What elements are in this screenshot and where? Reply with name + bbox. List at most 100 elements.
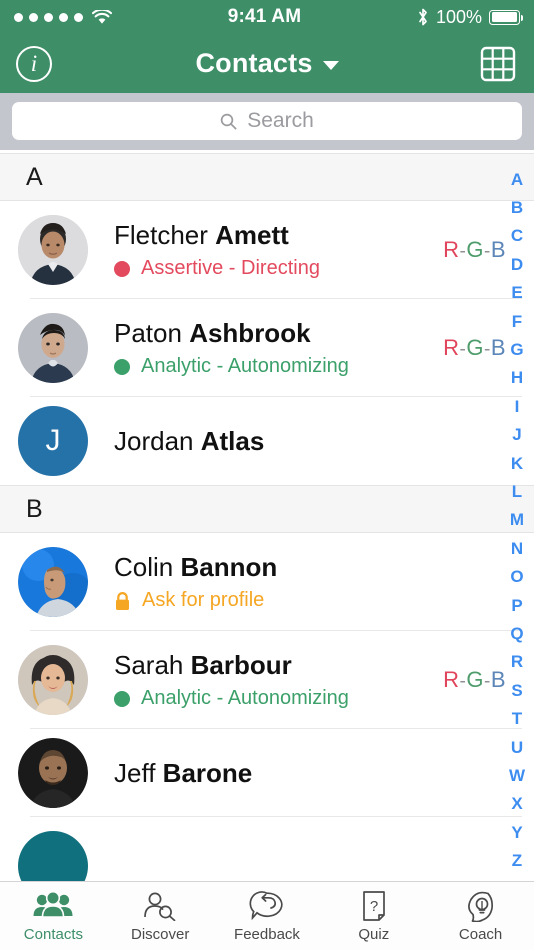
tab-contacts[interactable]: Contacts [0,889,107,943]
chevron-down-icon[interactable] [322,61,339,70]
index-letter-n[interactable]: N [511,540,523,557]
wifi-icon [91,8,113,25]
contact-info: Paton Ashbrook Analytic - Autonomizing [88,318,443,379]
section-header-a: A [0,153,534,201]
alphabet-index[interactable]: A B C D E F G H I J K L M N O P Q R S T … [500,153,534,881]
avatar [18,645,88,715]
index-letter-p[interactable]: P [511,597,522,614]
index-letter-x[interactable]: X [511,795,522,812]
avatar [18,738,88,808]
index-letter-r[interactable]: R [511,653,523,670]
index-letter-c[interactable]: C [511,227,523,244]
index-letter-w[interactable]: W [509,767,525,784]
tab-quiz[interactable]: ? Quiz [320,889,427,943]
status-label: Assertive - Directing [141,257,320,280]
tab-coach[interactable]: Coach [427,889,534,943]
bluetooth-icon [417,8,429,26]
contact-status: Analytic - Autonomizing [114,355,443,378]
index-letter-j[interactable]: J [512,426,521,443]
contact-info: Sarah Barbour Analytic - Autonomizing [88,650,443,711]
contact-last-name: Barbour [190,649,292,680]
page-title[interactable]: Contacts [195,48,312,79]
tab-bar: Contacts Discover Feedback ? Quiz Coach [0,881,534,950]
info-button[interactable]: i [16,45,52,82]
index-letter-g[interactable]: G [510,341,523,358]
contact-status: Ask for profile [114,589,534,612]
index-letter-d[interactable]: D [511,256,523,273]
contact-first-name: Jeff [114,757,156,788]
contact-row-partial[interactable] [0,817,534,881]
index-letter-i[interactable]: I [515,398,520,415]
person-search-icon [141,889,179,922]
index-letter-o[interactable]: O [510,568,523,585]
rgb-r: R [443,335,460,360]
navigation-bar: i Contacts [0,34,534,93]
index-letter-e[interactable]: E [511,284,522,301]
contact-row-paton-ashbrook[interactable]: Paton Ashbrook Analytic - Autonomizing R… [0,299,534,397]
tab-label: Contacts [23,926,83,943]
contact-row-jordan-atlas[interactable]: J Jordan Atlas [0,397,534,485]
contact-row-sarah-barbour[interactable]: Sarah Barbour Analytic - Autonomizing R -… [0,631,534,729]
contact-row-fletcher-amett[interactable]: Fletcher Amett Assertive - Directing R -G… [0,201,534,299]
contact-info: Fletcher Amett Assertive - Directing [88,220,443,281]
battery-percent-label: 100% [435,6,482,27]
index-letter-a[interactable]: A [511,171,523,188]
grid-view-button[interactable] [478,44,518,84]
tab-label: Quiz [358,926,390,943]
tab-label: Coach [458,926,503,943]
index-letter-l[interactable]: L [512,483,522,500]
contact-name: Jeff Barone [114,758,534,789]
index-letter-z[interactable]: Z [512,852,522,869]
index-letter-m[interactable]: M [510,511,524,528]
contact-row-colin-bannon[interactable]: Colin Bannon Ask for profile [0,533,534,631]
contact-first-name: Jordan [114,425,194,456]
search-icon [220,113,237,130]
index-letter-s[interactable]: S [511,682,522,699]
contact-status: Assertive - Directing [114,257,443,280]
contact-row-jeff-barone[interactable]: Jeff Barone [0,729,534,817]
tab-feedback[interactable]: Feedback [214,889,321,943]
contacts-list[interactable]: A Fletcher Amett Assertive - Directing R… [0,153,534,881]
status-bar: 9:41 AM 100% [0,0,534,34]
contact-last-name: Amett [215,219,289,250]
tab-discover[interactable]: Discover [107,889,214,943]
index-letter-y[interactable]: Y [511,824,522,841]
index-letter-t[interactable]: T [512,710,522,727]
contact-first-name: Fletcher [114,219,208,250]
status-label[interactable]: Ask for profile [142,589,264,612]
section-header-b: B [0,485,534,533]
search-placeholder: Search [247,109,314,132]
index-letter-q[interactable]: Q [510,625,523,642]
status-dot [114,260,130,277]
index-letter-f[interactable]: F [512,313,522,330]
index-letter-h[interactable]: H [511,369,523,386]
contact-info: Jordan Atlas [88,426,534,457]
status-bar-clock: 9:41 AM [227,6,302,27]
search-input[interactable]: Search [12,102,522,140]
contact-last-name: Bannon [180,551,278,582]
contact-name: Colin Bannon [114,552,534,583]
contact-last-name: Barone [162,757,253,788]
status-dot [114,690,130,707]
contact-name: Paton Ashbrook [114,318,443,349]
status-label: Analytic - Autonomizing [141,355,349,378]
svg-text:?: ? [370,898,378,915]
battery-icon [488,9,524,25]
rgb-sep-2: - [483,339,491,360]
document-question-icon: ? [360,889,388,922]
speech-bubble-reply-icon [249,889,285,922]
rgb-r: R [443,667,460,692]
contact-name: Fletcher Amett [114,220,443,251]
contact-first-name: Paton [114,317,182,348]
contact-info: Colin Bannon Ask for profile [88,552,534,613]
index-letter-u[interactable]: U [511,739,523,756]
index-letter-b[interactable]: B [511,199,523,216]
contact-status: Analytic - Autonomizing [114,687,443,710]
rgb-sep-2: - [483,241,491,262]
status-bar-right: 100% [417,6,524,28]
index-letter-k[interactable]: K [511,455,523,472]
search-bar-container: Search [0,93,534,150]
tab-label: Discover [131,926,190,943]
head-lightbulb-icon [464,889,498,922]
navigation-title-group: Contacts [0,34,534,93]
